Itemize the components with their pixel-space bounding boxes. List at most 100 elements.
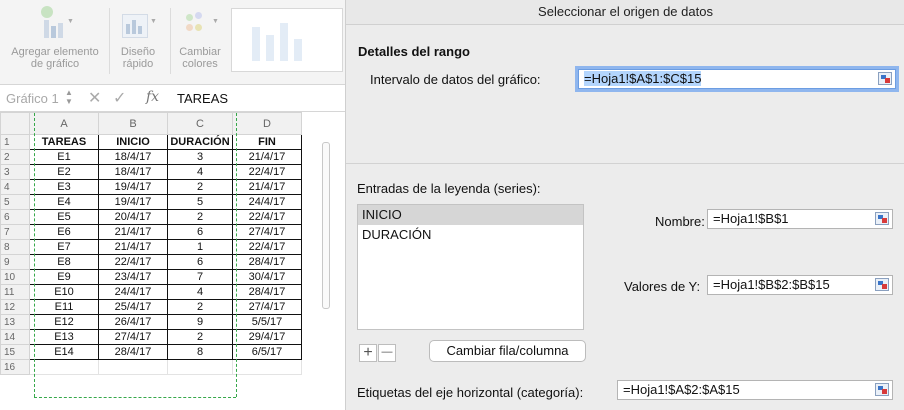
add-chart-element-button[interactable]: ▼ Agregar elemento de gráfico bbox=[6, 4, 104, 70]
cell-c[interactable]: 8 bbox=[167, 344, 233, 360]
cell-a[interactable] bbox=[29, 359, 99, 375]
y-values-input[interactable]: =Hoja1!$B$2:$B$15 bbox=[707, 275, 893, 295]
cell-c[interactable] bbox=[167, 359, 233, 375]
cell-d[interactable]: 30/4/17 bbox=[232, 269, 302, 285]
cell-c[interactable]: 6 bbox=[167, 224, 233, 240]
axis-labels-picker-icon[interactable] bbox=[875, 383, 889, 396]
cell-a[interactable]: TAREAS bbox=[29, 134, 99, 150]
cell-b[interactable]: 18/4/17 bbox=[98, 164, 168, 180]
remove-series-button[interactable]: — bbox=[378, 344, 396, 362]
cell-d[interactable]: 21/4/17 bbox=[232, 179, 302, 195]
cell-c[interactable]: 3 bbox=[167, 149, 233, 165]
name-box[interactable]: Gráfico 1 bbox=[6, 91, 59, 106]
range-input[interactable]: =Hoja1!$A$1:$C$15 bbox=[578, 69, 896, 89]
series-list[interactable]: INICIO DURACIÓN bbox=[357, 204, 584, 330]
axis-labels-input[interactable]: =Hoja1!$A$2:$A$15 bbox=[617, 380, 893, 400]
cell-d[interactable]: 6/5/17 bbox=[232, 344, 302, 360]
cell-c[interactable]: 2 bbox=[167, 179, 233, 195]
row-header[interactable]: 12 bbox=[0, 299, 30, 315]
cell-b[interactable]: 20/4/17 bbox=[98, 209, 168, 225]
cell-c[interactable]: 6 bbox=[167, 254, 233, 270]
switch-row-column-button[interactable]: Cambiar fila/columna bbox=[429, 340, 586, 362]
cell-d[interactable]: 29/4/17 bbox=[232, 329, 302, 345]
chart-style-thumbnail[interactable] bbox=[231, 8, 343, 72]
row-header[interactable]: 9 bbox=[0, 254, 30, 270]
select-all-corner[interactable] bbox=[0, 112, 30, 135]
enter-icon[interactable]: ✓ bbox=[113, 88, 126, 108]
cell-b[interactable]: 22/4/17 bbox=[98, 254, 168, 270]
cell-a[interactable]: E6 bbox=[29, 224, 99, 240]
cell-b[interactable] bbox=[98, 359, 168, 375]
cell-b[interactable]: 19/4/17 bbox=[98, 194, 168, 210]
column-header-a[interactable]: A bbox=[29, 112, 99, 135]
cell-c[interactable]: 1 bbox=[167, 239, 233, 255]
cell-d[interactable]: 5/5/17 bbox=[232, 314, 302, 330]
cell-a[interactable]: E4 bbox=[29, 194, 99, 210]
cell-c[interactable]: 2 bbox=[167, 209, 233, 225]
series-name-input[interactable]: =Hoja1!$B$1 bbox=[707, 209, 893, 229]
name-box-stepper-icon[interactable]: ▲ ▼ bbox=[65, 88, 73, 106]
cell-b[interactable]: 18/4/17 bbox=[98, 149, 168, 165]
row-header[interactable]: 16 bbox=[0, 359, 30, 375]
cell-d[interactable]: FIN bbox=[232, 134, 302, 150]
cell-c[interactable]: 7 bbox=[167, 269, 233, 285]
cell-b[interactable]: 27/4/17 bbox=[98, 329, 168, 345]
scrollbar-thumb[interactable] bbox=[322, 142, 330, 309]
column-header-c[interactable]: C bbox=[167, 112, 233, 135]
row-header[interactable]: 3 bbox=[0, 164, 30, 180]
cell-a[interactable]: E11 bbox=[29, 299, 99, 315]
fx-icon[interactable]: fx bbox=[146, 89, 159, 105]
cell-b[interactable]: 21/4/17 bbox=[98, 224, 168, 240]
cell-a[interactable]: E7 bbox=[29, 239, 99, 255]
cell-d[interactable]: 24/4/17 bbox=[232, 194, 302, 210]
row-header[interactable]: 4 bbox=[0, 179, 30, 195]
cell-a[interactable]: E10 bbox=[29, 284, 99, 300]
cell-a[interactable]: E8 bbox=[29, 254, 99, 270]
cell-b[interactable]: 23/4/17 bbox=[98, 269, 168, 285]
series-item-duracion[interactable]: DURACIÓN bbox=[358, 225, 583, 245]
row-header[interactable]: 15 bbox=[0, 344, 30, 360]
column-header-d[interactable]: D bbox=[232, 112, 302, 135]
row-header[interactable]: 5 bbox=[0, 194, 30, 210]
cell-a[interactable]: E13 bbox=[29, 329, 99, 345]
row-header[interactable]: 13 bbox=[0, 314, 30, 330]
row-header[interactable]: 7 bbox=[0, 224, 30, 240]
cell-c[interactable]: 4 bbox=[167, 284, 233, 300]
cell-b[interactable]: 25/4/17 bbox=[98, 299, 168, 315]
cell-a[interactable]: E5 bbox=[29, 209, 99, 225]
quick-layout-button[interactable]: ▼ Diseño rápido bbox=[110, 4, 166, 70]
cell-b[interactable]: INICIO bbox=[98, 134, 168, 150]
cell-b[interactable]: 21/4/17 bbox=[98, 239, 168, 255]
cell-c[interactable]: 5 bbox=[167, 194, 233, 210]
formula-input[interactable]: TAREAS bbox=[177, 91, 228, 106]
range-picker-icon[interactable] bbox=[878, 72, 892, 85]
cell-b[interactable]: 26/4/17 bbox=[98, 314, 168, 330]
cell-c[interactable]: 2 bbox=[167, 299, 233, 315]
row-header[interactable]: 1 bbox=[0, 134, 30, 150]
row-header[interactable]: 10 bbox=[0, 269, 30, 285]
row-header[interactable]: 11 bbox=[0, 284, 30, 300]
spreadsheet-grid[interactable]: A B C D 1 TAREAS INICIO DURACIÓN FIN 2 E1 18/4/… bbox=[0, 112, 330, 410]
row-header[interactable]: 14 bbox=[0, 329, 30, 345]
cell-d[interactable]: 28/4/17 bbox=[232, 254, 302, 270]
cell-a[interactable]: E12 bbox=[29, 314, 99, 330]
cell-a[interactable]: E2 bbox=[29, 164, 99, 180]
column-header-b[interactable]: B bbox=[98, 112, 168, 135]
cell-d[interactable]: 22/4/17 bbox=[232, 239, 302, 255]
cell-d[interactable] bbox=[232, 359, 302, 375]
series-item-inicio[interactable]: INICIO bbox=[358, 205, 583, 225]
cell-a[interactable]: E3 bbox=[29, 179, 99, 195]
cell-b[interactable]: 24/4/17 bbox=[98, 284, 168, 300]
cell-a[interactable]: E14 bbox=[29, 344, 99, 360]
cell-b[interactable]: 28/4/17 bbox=[98, 344, 168, 360]
row-header[interactable]: 2 bbox=[0, 149, 30, 165]
cell-d[interactable]: 27/4/17 bbox=[232, 299, 302, 315]
change-colors-button[interactable]: ▼ Cambiar colores bbox=[172, 4, 228, 70]
cell-d[interactable]: 21/4/17 bbox=[232, 149, 302, 165]
cell-d[interactable]: 27/4/17 bbox=[232, 224, 302, 240]
cell-d[interactable]: 22/4/17 bbox=[232, 164, 302, 180]
vertical-scrollbar[interactable] bbox=[322, 118, 330, 410]
row-header[interactable]: 6 bbox=[0, 209, 30, 225]
cell-c[interactable]: 4 bbox=[167, 164, 233, 180]
cell-d[interactable]: 28/4/17 bbox=[232, 284, 302, 300]
